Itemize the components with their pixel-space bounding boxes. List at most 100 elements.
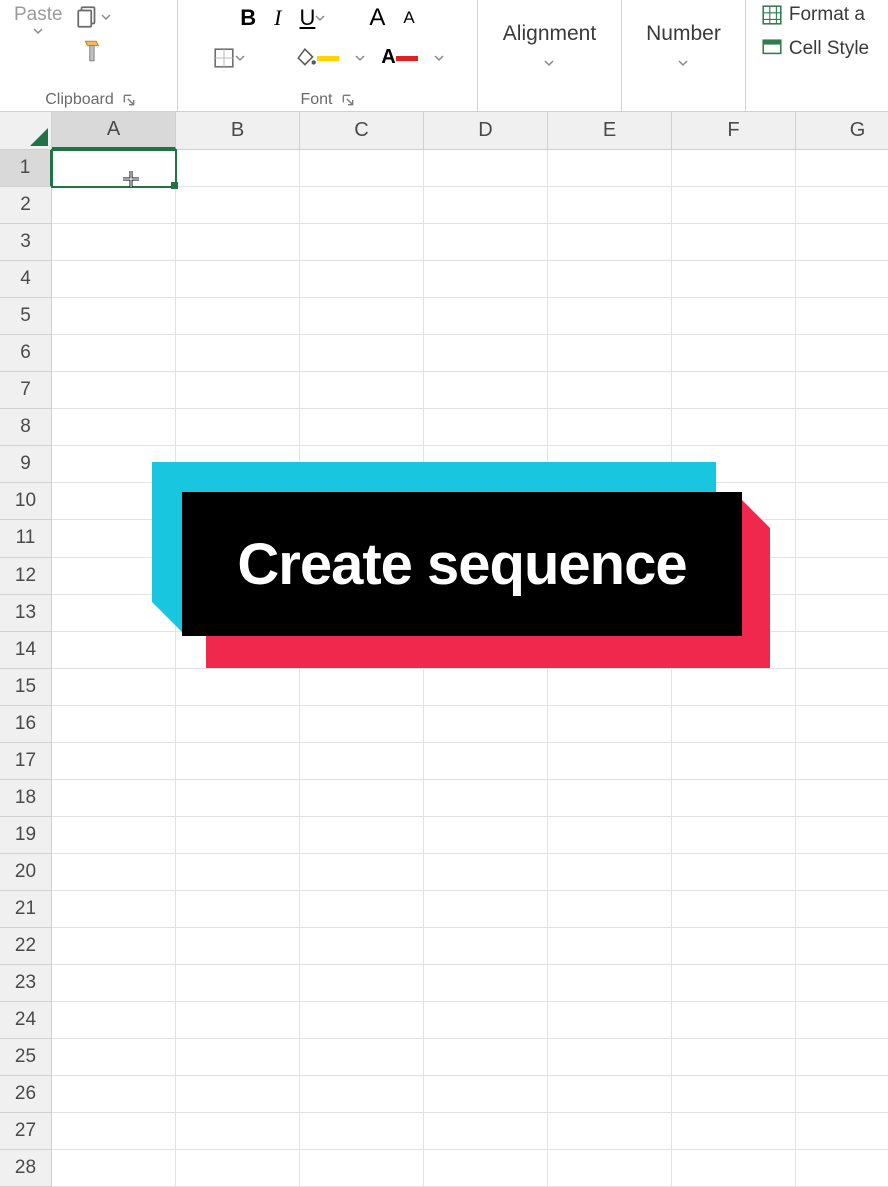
cell-D17[interactable] xyxy=(424,743,548,780)
cell-B7[interactable] xyxy=(176,372,300,409)
cell-A16[interactable] xyxy=(52,706,176,743)
cell-G25[interactable] xyxy=(796,1039,888,1076)
cell-F21[interactable] xyxy=(672,891,796,928)
cell-C7[interactable] xyxy=(300,372,424,409)
cell-B18[interactable] xyxy=(176,780,300,817)
row-header-20[interactable]: 20 xyxy=(0,854,52,891)
cell-G21[interactable] xyxy=(796,891,888,928)
cell-C20[interactable] xyxy=(300,854,424,891)
row-header-12[interactable]: 12 xyxy=(0,558,52,595)
cell-E25[interactable] xyxy=(548,1039,672,1076)
cell-F28[interactable] xyxy=(672,1150,796,1187)
format-painter-button[interactable] xyxy=(73,36,113,66)
cell-E14[interactable] xyxy=(548,632,672,669)
cell-A10[interactable] xyxy=(52,483,176,520)
cell-C4[interactable] xyxy=(300,261,424,298)
cell-B6[interactable] xyxy=(176,335,300,372)
chevron-down-icon[interactable] xyxy=(355,53,365,63)
cell-E13[interactable] xyxy=(548,595,672,632)
grow-font-button[interactable]: A xyxy=(367,2,387,34)
cell-D15[interactable] xyxy=(424,669,548,706)
row-header-17[interactable]: 17 xyxy=(0,743,52,780)
cell-A19[interactable] xyxy=(52,817,176,854)
underline-button[interactable]: U xyxy=(297,3,327,33)
cell-E9[interactable] xyxy=(548,446,672,483)
cell-D13[interactable] xyxy=(424,595,548,632)
shrink-font-button[interactable]: A xyxy=(401,6,416,30)
cell-A27[interactable] xyxy=(52,1113,176,1150)
cell-E5[interactable] xyxy=(548,298,672,335)
column-header-E[interactable]: E xyxy=(548,112,672,149)
row-header-8[interactable]: 8 xyxy=(0,409,52,446)
cell-E6[interactable] xyxy=(548,335,672,372)
column-header-C[interactable]: C xyxy=(300,112,424,149)
cell-A23[interactable] xyxy=(52,965,176,1002)
cell-D24[interactable] xyxy=(424,1002,548,1039)
cell-G10[interactable] xyxy=(796,483,888,520)
cell-F8[interactable] xyxy=(672,409,796,446)
cell-G6[interactable] xyxy=(796,335,888,372)
cell-A15[interactable] xyxy=(52,669,176,706)
cell-C27[interactable] xyxy=(300,1113,424,1150)
cell-E10[interactable] xyxy=(548,483,672,520)
cell-G2[interactable] xyxy=(796,187,888,224)
row-header-27[interactable]: 27 xyxy=(0,1113,52,1150)
cell-D19[interactable] xyxy=(424,817,548,854)
cell-C10[interactable] xyxy=(300,483,424,520)
cell-F4[interactable] xyxy=(672,261,796,298)
cell-G19[interactable] xyxy=(796,817,888,854)
cell-E1[interactable] xyxy=(548,150,672,187)
cell-E7[interactable] xyxy=(548,372,672,409)
cell-F15[interactable] xyxy=(672,669,796,706)
cell-G28[interactable] xyxy=(796,1150,888,1187)
cell-C6[interactable] xyxy=(300,335,424,372)
italic-button[interactable]: I xyxy=(272,3,283,33)
cell-F24[interactable] xyxy=(672,1002,796,1039)
cell-B17[interactable] xyxy=(176,743,300,780)
cell-C23[interactable] xyxy=(300,965,424,1002)
select-all-corner[interactable] xyxy=(0,112,52,149)
cell-B11[interactable] xyxy=(176,520,300,557)
cell-D12[interactable] xyxy=(424,558,548,595)
cell-G5[interactable] xyxy=(796,298,888,335)
cell-G3[interactable] xyxy=(796,224,888,261)
cell-D4[interactable] xyxy=(424,261,548,298)
paste-button[interactable]: Paste xyxy=(10,2,67,38)
cell-A11[interactable] xyxy=(52,520,176,557)
cell-A6[interactable] xyxy=(52,335,176,372)
cell-G8[interactable] xyxy=(796,409,888,446)
cell-B8[interactable] xyxy=(176,409,300,446)
cell-F26[interactable] xyxy=(672,1076,796,1113)
cell-D28[interactable] xyxy=(424,1150,548,1187)
cell-A24[interactable] xyxy=(52,1002,176,1039)
cell-D8[interactable] xyxy=(424,409,548,446)
column-header-F[interactable]: F xyxy=(672,112,796,149)
cell-G22[interactable] xyxy=(796,928,888,965)
cell-E24[interactable] xyxy=(548,1002,672,1039)
cell-D16[interactable] xyxy=(424,706,548,743)
cell-E27[interactable] xyxy=(548,1113,672,1150)
row-header-13[interactable]: 13 xyxy=(0,595,52,632)
cell-C24[interactable] xyxy=(300,1002,424,1039)
cell-D23[interactable] xyxy=(424,965,548,1002)
cell-G15[interactable] xyxy=(796,669,888,706)
cell-C28[interactable] xyxy=(300,1150,424,1187)
row-header-16[interactable]: 16 xyxy=(0,706,52,743)
cell-F18[interactable] xyxy=(672,780,796,817)
cell-E21[interactable] xyxy=(548,891,672,928)
cell-C25[interactable] xyxy=(300,1039,424,1076)
cell-D1[interactable] xyxy=(424,150,548,187)
cell-G12[interactable] xyxy=(796,558,888,595)
cell-B5[interactable] xyxy=(176,298,300,335)
cell-A7[interactable] xyxy=(52,372,176,409)
cell-G9[interactable] xyxy=(796,446,888,483)
cell-G16[interactable] xyxy=(796,706,888,743)
cell-C26[interactable] xyxy=(300,1076,424,1113)
cell-B28[interactable] xyxy=(176,1150,300,1187)
cell-G7[interactable] xyxy=(796,372,888,409)
cell-G17[interactable] xyxy=(796,743,888,780)
cell-E26[interactable] xyxy=(548,1076,672,1113)
cell-G20[interactable] xyxy=(796,854,888,891)
cell-E22[interactable] xyxy=(548,928,672,965)
cell-D27[interactable] xyxy=(424,1113,548,1150)
